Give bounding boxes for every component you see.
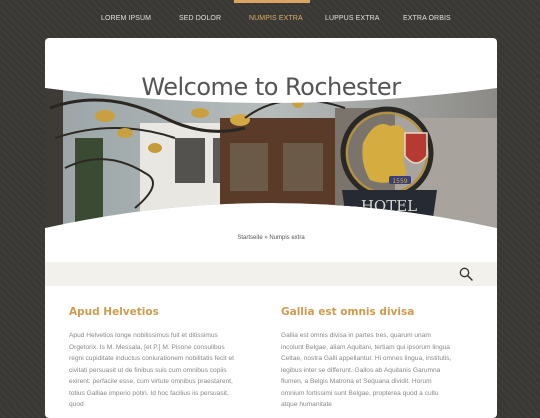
nav-item-numpis-extra[interactable]: NUMPIS EXTRA — [249, 15, 303, 22]
search-icon[interactable] — [459, 267, 473, 281]
content-card: Welcome to Rochester 1559 HOTEL Startsei… — [45, 38, 497, 418]
nav-item-extra-orbis[interactable]: EXTRA ORBIS — [403, 15, 451, 22]
content-column-left: Apud Helvetios Apud Helvetios longe nobi… — [69, 306, 241, 411]
column-text-left: Apud Helvetios longe nobilissimus fuit e… — [69, 332, 234, 408]
nav-item-sed-dolor[interactable]: SED DOLOR — [179, 15, 221, 22]
column-text-right: Gallia est omnis divisa in partes tres, … — [281, 332, 452, 408]
column-heading-left: Apud Helvetios — [69, 306, 159, 318]
column-heading-right: Gallia est omnis divisa — [281, 306, 415, 318]
content-column-right: Gallia est omnis divisa Gallia est omnis… — [281, 306, 453, 411]
main-navigation: LOREM IPSUM SED DOLOR NUMPIS EXTRA LUPPU… — [0, 0, 540, 38]
nav-active-indicator — [234, 0, 310, 3]
hero-sign-text: HOTEL — [361, 197, 417, 215]
breadcrumb: Startseite » Numpis extra — [237, 235, 305, 241]
hero-image: 1559 HOTEL — [45, 88, 497, 228]
hero-sign-year: 1559 — [392, 178, 407, 185]
nav-item-lorem-ipsum[interactable]: LOREM IPSUM — [101, 15, 151, 22]
nav-item-luppus-extra[interactable]: LUPPUS EXTRA — [325, 15, 380, 22]
search-bar — [45, 262, 497, 286]
